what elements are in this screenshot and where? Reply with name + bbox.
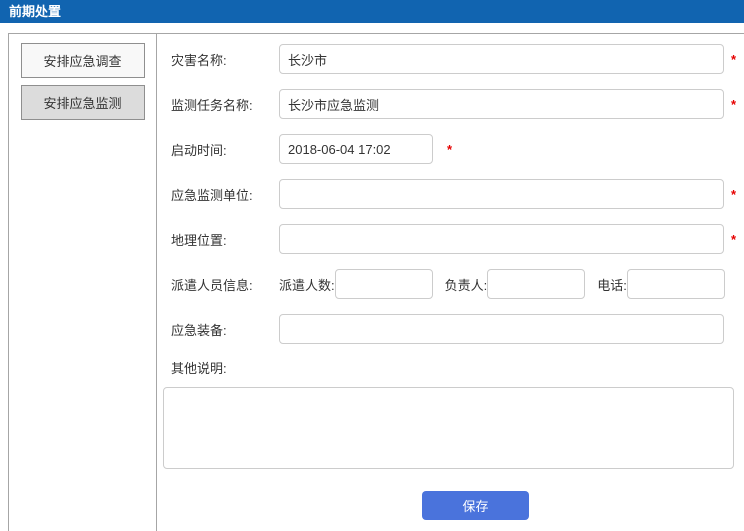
- required-marker: *: [447, 142, 452, 157]
- content-panel: 安排应急调查 安排应急监测 灾害名称: * 监测任务名称: * 启动时间: * …: [8, 33, 744, 531]
- row-equipment: 应急装备: *: [171, 314, 736, 344]
- start-time-input[interactable]: [279, 134, 433, 164]
- row-personnel: 派遣人员信息: 派遣人数: 负责人: 电话:: [171, 269, 736, 299]
- personnel-leader-label: 负责人:: [445, 275, 488, 294]
- personnel-phone-label: 电话:: [597, 275, 627, 294]
- personnel-leader-input[interactable]: [487, 269, 585, 299]
- sidebar: 安排应急调查 安排应急监测: [9, 34, 157, 531]
- page-title: 前期处置: [0, 0, 744, 23]
- form-area: 灾害名称: * 监测任务名称: * 启动时间: * 应急监测单位: * 地理位置…: [157, 34, 744, 531]
- personnel-count-label: 派遣人数:: [279, 275, 335, 294]
- monitor-unit-input[interactable]: [279, 179, 724, 209]
- task-name-label: 监测任务名称:: [171, 95, 279, 114]
- monitor-unit-label: 应急监测单位:: [171, 185, 279, 204]
- row-task-name: 监测任务名称: *: [171, 89, 736, 119]
- location-input[interactable]: [279, 224, 724, 254]
- notes-textarea[interactable]: [163, 387, 734, 469]
- equipment-label: 应急装备:: [171, 320, 279, 339]
- sidebar-button-arrange-emergency-monitoring[interactable]: 安排应急监测: [21, 85, 145, 120]
- disaster-name-label: 灾害名称:: [171, 50, 279, 69]
- row-monitor-unit: 应急监测单位: *: [171, 179, 736, 209]
- row-notes-label: 其他说明:: [171, 359, 736, 375]
- required-marker: *: [724, 232, 736, 247]
- personnel-label: 派遣人员信息:: [171, 275, 279, 294]
- button-row: 保存: [171, 491, 736, 520]
- location-label: 地理位置:: [171, 230, 279, 249]
- equipment-input[interactable]: [279, 314, 724, 344]
- task-name-input[interactable]: [279, 89, 724, 119]
- personnel-count-input[interactable]: [335, 269, 433, 299]
- row-location: 地理位置: *: [171, 224, 736, 254]
- required-marker: *: [724, 97, 736, 112]
- save-button[interactable]: 保存: [422, 491, 529, 520]
- row-disaster-name: 灾害名称: *: [171, 44, 736, 74]
- notes-label: 其他说明:: [171, 358, 279, 377]
- row-start-time: 启动时间: *: [171, 134, 736, 164]
- disaster-name-input[interactable]: [279, 44, 724, 74]
- required-marker: *: [724, 187, 736, 202]
- required-marker: *: [724, 52, 736, 67]
- start-time-label: 启动时间:: [171, 140, 279, 159]
- personnel-phone-input[interactable]: [627, 269, 725, 299]
- sidebar-button-arrange-emergency-survey[interactable]: 安排应急调查: [21, 43, 145, 78]
